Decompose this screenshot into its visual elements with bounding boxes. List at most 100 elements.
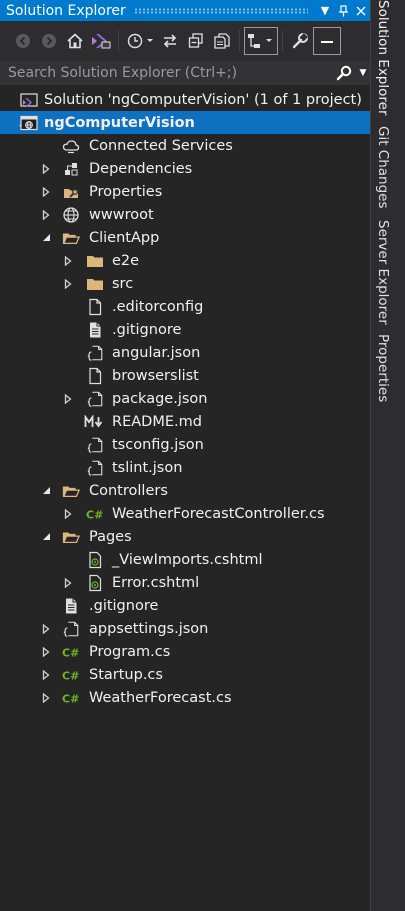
solution-explorer-toolbar bbox=[0, 21, 370, 61]
home-icon[interactable] bbox=[62, 27, 88, 55]
tree-item[interactable]: .editorconfig bbox=[0, 295, 370, 318]
collapsed-arrow-icon[interactable] bbox=[62, 272, 74, 295]
expanded-arrow-icon[interactable] bbox=[40, 525, 52, 548]
search-icon[interactable] bbox=[332, 65, 356, 81]
forward-icon[interactable] bbox=[36, 27, 62, 55]
pin-icon[interactable] bbox=[334, 0, 352, 21]
tree-item[interactable]: browserslist bbox=[0, 364, 370, 387]
collapsed-arrow-icon[interactable] bbox=[62, 387, 74, 410]
tree-item[interactable]: ClientApp bbox=[0, 226, 370, 249]
file-text-icon bbox=[62, 597, 80, 615]
collapse-all-icon[interactable] bbox=[183, 27, 209, 55]
file-icon bbox=[86, 298, 104, 316]
globe-icon bbox=[62, 206, 80, 224]
collapsed-arrow-icon[interactable] bbox=[40, 686, 52, 709]
tree-item[interactable]: _ViewImports.cshtml bbox=[0, 548, 370, 571]
tree-item[interactable]: tslint.json bbox=[0, 456, 370, 479]
collapsed-arrow-icon[interactable] bbox=[40, 157, 52, 180]
expanded-arrow-icon[interactable] bbox=[40, 479, 52, 502]
collapsed-arrow-icon[interactable] bbox=[40, 663, 52, 686]
tree-item[interactable]: wwwroot bbox=[0, 203, 370, 226]
solution-tree: Solution 'ngComputerVision' (1 of 1 proj… bbox=[0, 88, 370, 709]
close-icon[interactable] bbox=[352, 0, 370, 21]
tree-item[interactable]: Connected Services bbox=[0, 134, 370, 157]
cloud-icon bbox=[62, 137, 80, 155]
svg-text:C#: C# bbox=[62, 692, 79, 705]
tree-item[interactable]: .gitignore bbox=[0, 594, 370, 617]
tree-item[interactable]: C# WeatherForecast.cs bbox=[0, 686, 370, 709]
dock-tab-solution-explorer[interactable]: Solution Explorer bbox=[375, 0, 391, 116]
pending-changes-filter-icon[interactable] bbox=[123, 27, 157, 55]
tree-item[interactable]: Solution 'ngComputerVision' (1 of 1 proj… bbox=[0, 88, 370, 111]
collapsed-arrow-icon[interactable] bbox=[62, 249, 74, 272]
tree-item-label: .gitignore bbox=[112, 321, 182, 338]
collapsed-arrow-icon[interactable] bbox=[40, 640, 52, 663]
tree-item[interactable]: C# Startup.cs bbox=[0, 663, 370, 686]
tree-item-label: wwwroot bbox=[89, 206, 154, 223]
dependencies-icon bbox=[62, 160, 80, 178]
vs-switch-views-icon[interactable] bbox=[88, 27, 114, 55]
tree-item-label: README.md bbox=[112, 413, 202, 430]
dock-tab-properties[interactable]: Properties bbox=[375, 334, 391, 402]
collapsed-arrow-icon[interactable] bbox=[62, 571, 74, 594]
toolbar-separator bbox=[239, 30, 240, 52]
json-icon bbox=[86, 390, 104, 408]
json-icon bbox=[86, 436, 104, 454]
tree-item-label: Properties bbox=[89, 183, 163, 200]
sync-icon[interactable] bbox=[157, 27, 183, 55]
markdown-icon bbox=[84, 413, 106, 431]
tree-item[interactable]: Pages bbox=[0, 525, 370, 548]
properties-wrench-icon[interactable] bbox=[287, 27, 313, 55]
dash-icon[interactable] bbox=[313, 27, 341, 55]
tree-item[interactable]: C# Program.cs bbox=[0, 640, 370, 663]
tree-item-label: Connected Services bbox=[89, 137, 233, 154]
search-input[interactable] bbox=[0, 62, 332, 84]
svg-text:C#: C# bbox=[62, 646, 79, 659]
preview-selected-icon[interactable] bbox=[244, 27, 278, 55]
csharp-icon: C# bbox=[62, 689, 84, 707]
show-all-files-icon[interactable] bbox=[209, 27, 235, 55]
expanded-arrow-icon[interactable] bbox=[40, 226, 52, 249]
dock-tab-server-explorer[interactable]: Server Explorer bbox=[375, 220, 391, 325]
razor-icon bbox=[86, 551, 104, 569]
tree-item[interactable]: appsettings.json bbox=[0, 617, 370, 640]
tree-item-label: e2e bbox=[112, 252, 140, 269]
tree-item[interactable]: package.json bbox=[0, 387, 370, 410]
tree-item[interactable]: README.md bbox=[0, 410, 370, 433]
csharp-icon: C# bbox=[86, 505, 108, 523]
folder-open-icon bbox=[62, 229, 80, 247]
tree-item-label: WeatherForecastController.cs bbox=[112, 505, 325, 522]
back-icon[interactable] bbox=[10, 27, 36, 55]
json-icon bbox=[62, 620, 80, 638]
tree-item[interactable]: Controllers bbox=[0, 479, 370, 502]
window-position-dropdown-icon[interactable]: ▼ bbox=[316, 0, 334, 21]
tree-item-label: package.json bbox=[112, 390, 208, 407]
tree-item-label: ngComputerVision bbox=[44, 114, 195, 131]
tree-item[interactable]: C# WeatherForecastController.cs bbox=[0, 502, 370, 525]
tree-item[interactable]: e2e bbox=[0, 249, 370, 272]
search-bar: ▼ bbox=[0, 61, 370, 85]
panel-title: Solution Explorer bbox=[6, 2, 126, 19]
collapsed-arrow-icon[interactable] bbox=[40, 617, 52, 640]
json-icon bbox=[86, 459, 104, 477]
solution-icon bbox=[20, 91, 38, 109]
tree-item[interactable]: Dependencies bbox=[0, 157, 370, 180]
collapsed-arrow-icon[interactable] bbox=[40, 180, 52, 203]
tree-item[interactable]: angular.json bbox=[0, 341, 370, 364]
tree-item[interactable]: src bbox=[0, 272, 370, 295]
collapsed-arrow-icon[interactable] bbox=[62, 502, 74, 525]
tree-item-label: tslint.json bbox=[112, 459, 183, 476]
tree-item-label: ClientApp bbox=[89, 229, 160, 246]
search-options-dropdown-icon[interactable]: ▼ bbox=[356, 68, 370, 78]
tree-item[interactable]: Error.cshtml bbox=[0, 571, 370, 594]
tree-item[interactable]: tsconfig.json bbox=[0, 433, 370, 456]
tree-item[interactable]: Properties bbox=[0, 180, 370, 203]
tree-item-label: Solution 'ngComputerVision' (1 of 1 proj… bbox=[44, 91, 362, 108]
dock-tab-git-changes[interactable]: Git Changes bbox=[375, 126, 391, 209]
tree-item[interactable]: .gitignore bbox=[0, 318, 370, 341]
tree-item-label: Error.cshtml bbox=[112, 574, 200, 591]
tree-item[interactable]: ngComputerVision bbox=[0, 111, 370, 134]
collapsed-arrow-icon[interactable] bbox=[40, 203, 52, 226]
title-grip[interactable] bbox=[133, 7, 308, 14]
tree-item-label: .gitignore bbox=[89, 597, 159, 614]
